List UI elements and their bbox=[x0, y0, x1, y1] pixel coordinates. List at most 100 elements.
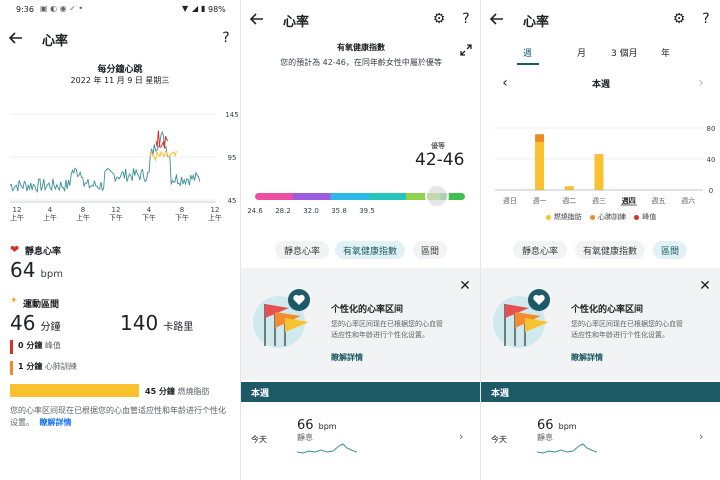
tab-month[interactable]: 月 bbox=[577, 46, 586, 59]
tab-year[interactable]: 年 bbox=[661, 46, 670, 59]
peak-dot bbox=[634, 214, 640, 220]
cardio-value: 1 分鐘 bbox=[18, 362, 43, 371]
zone-calories-unit: 卡路里 bbox=[163, 322, 194, 333]
fatburn-text: 45 分鐘 燃燒脂肪 bbox=[145, 386, 209, 397]
panel-heart-rate-day: 9:36 ▣ ◐ ◉ ✓ • ▼ ◢ ▮ 98% 心率 ? 每分鐘心跳 2022… bbox=[0, 0, 240, 480]
x-tick-label: 週四 bbox=[622, 196, 636, 205]
x-tick-period: 上午 bbox=[208, 214, 222, 222]
expand-icon bbox=[460, 44, 472, 56]
zone-icon: ✦ bbox=[10, 296, 18, 306]
expand-button[interactable] bbox=[456, 40, 476, 60]
help-button[interactable]: ? bbox=[216, 28, 236, 48]
arrow-left-icon bbox=[9, 32, 22, 44]
battery-percent: 98% bbox=[208, 5, 226, 14]
fatburn-segment bbox=[149, 150, 178, 162]
gear-icon: ⚙ bbox=[672, 11, 686, 27]
x-tick-period: 下午 bbox=[142, 214, 156, 222]
today-sparkline bbox=[297, 443, 357, 454]
cardio-row: 1 分鐘 心肺訓練 bbox=[10, 361, 77, 375]
back-button[interactable] bbox=[6, 28, 26, 48]
back-button[interactable] bbox=[247, 9, 267, 29]
x-tick-label: 4 bbox=[47, 206, 53, 214]
close-icon: ✕ bbox=[699, 278, 711, 294]
x-tick-label: 4 bbox=[146, 206, 152, 214]
heart-rate-series-line bbox=[9, 130, 201, 193]
legend-peak: 峰值 bbox=[634, 213, 656, 221]
status-icons: ▣ ◐ ◉ ✓ • bbox=[40, 4, 84, 13]
chip-resting[interactable]: 靜息心率 bbox=[513, 241, 567, 259]
close-button[interactable]: ✕ bbox=[695, 276, 715, 296]
legend-fatburn: 燃燒脂肪 bbox=[545, 213, 582, 221]
x-tick-label: 週日 bbox=[503, 196, 517, 205]
card-title: 个性化的心率区间 bbox=[331, 305, 404, 315]
x-tick-label: 週五 bbox=[651, 196, 665, 205]
flags-illustration bbox=[253, 289, 310, 348]
today-number: 66 bbox=[297, 418, 314, 433]
learn-more-link[interactable]: 瞭解詳情 bbox=[40, 418, 72, 427]
close-icon: ✕ bbox=[459, 278, 471, 294]
back-button[interactable] bbox=[487, 9, 507, 29]
card-body: 您的心率区间现在已根据您的心血管适应性和年龄进行个性化设置。 bbox=[331, 320, 443, 339]
panel-cardio-fitness: 心率 ⚙ ? 有氧健康指數 您的預計為 42-46，在同年齡女性中屬於優等 優等… bbox=[240, 0, 480, 480]
scale-tick: 35.8 bbox=[331, 207, 347, 215]
next-period-button[interactable]: › bbox=[691, 73, 711, 93]
cardio-dot bbox=[590, 214, 595, 220]
y-tick-label: 80 bbox=[707, 125, 716, 133]
today-number: 66 bbox=[537, 418, 554, 433]
chip-zones[interactable]: 區間 bbox=[653, 241, 687, 259]
bar-fatburn bbox=[594, 155, 604, 190]
resting-value: 64 bpm bbox=[10, 258, 63, 282]
fatburn-label: 燃燒脂肪 bbox=[177, 387, 210, 396]
x-tick-period: 下午 bbox=[175, 214, 189, 222]
scale-tick: 39.5 bbox=[359, 207, 375, 215]
chart-date: 2022 年 11 月 9 日 星期三 bbox=[70, 76, 170, 85]
chip-resting[interactable]: 靜息心率 bbox=[275, 241, 329, 259]
period-label: 本週 bbox=[591, 80, 610, 90]
help-button[interactable]: ? bbox=[456, 9, 476, 29]
today-row[interactable]: 今天 66 bpm 靜息 › bbox=[241, 404, 480, 470]
status-time: 9:36 bbox=[16, 5, 34, 14]
x-tick-label: 8 bbox=[80, 206, 86, 214]
tab-week-indicator bbox=[517, 63, 539, 65]
wifi-icon: ▼ bbox=[182, 4, 189, 13]
close-button[interactable]: ✕ bbox=[455, 276, 475, 296]
today-unit: bpm bbox=[318, 422, 337, 431]
help-icon: ? bbox=[462, 11, 470, 27]
chip-cardio-fitness[interactable]: 有氧健康指數 bbox=[335, 241, 405, 259]
chip-cardio-fitness[interactable]: 有氧健康指數 bbox=[575, 241, 645, 259]
fitness-title: 有氧健康指數 bbox=[337, 43, 385, 52]
y-tick-label: 45 bbox=[228, 197, 237, 205]
legend: 燃燒脂肪 心肺訓練 峰值 bbox=[481, 212, 720, 222]
x-tick-period: 上午 bbox=[43, 214, 57, 222]
scale-tick: 24.6 bbox=[247, 207, 263, 215]
page-title: 心率 bbox=[523, 15, 550, 30]
card-link[interactable]: 瞭解詳情 bbox=[571, 352, 603, 363]
bar-cardio bbox=[594, 154, 604, 156]
bar-cardio bbox=[535, 134, 545, 142]
today-row[interactable]: 今天 66 bpm 靜息 › bbox=[481, 404, 720, 470]
chip-zones[interactable]: 區間 bbox=[413, 241, 447, 259]
legend-cardio: 心肺訓練 bbox=[590, 213, 626, 221]
today-unit: bpm bbox=[558, 422, 577, 431]
help-button[interactable]: ? bbox=[696, 9, 716, 29]
tab-week[interactable]: 週 bbox=[523, 46, 532, 59]
legend-peak-label: 峰值 bbox=[642, 213, 657, 221]
signal-icon: ◢ bbox=[192, 4, 199, 13]
fatburn-dot bbox=[545, 214, 551, 220]
gear-icon: ⚙ bbox=[432, 11, 446, 27]
zone-calories: 140 卡路里 bbox=[120, 311, 193, 335]
page-title: 心率 bbox=[283, 15, 310, 30]
cardio-label: 心肺訓練 bbox=[44, 362, 77, 371]
chart-title: 每分鐘心跳 bbox=[97, 65, 143, 75]
tab-3-months[interactable]: 3 個月 bbox=[611, 46, 638, 59]
chevron-right-icon: › bbox=[459, 430, 464, 443]
status-bar: 9:36 ▣ ◐ ◉ ✓ • ▼ ◢ ▮ 98% bbox=[0, 0, 240, 20]
help-icon: ? bbox=[222, 30, 230, 46]
settings-button[interactable]: ⚙ bbox=[669, 9, 689, 29]
scale-marker bbox=[425, 184, 449, 208]
zone-minutes-number: 46 bbox=[10, 311, 36, 335]
page-title: 心率 bbox=[42, 34, 69, 49]
settings-button[interactable]: ⚙ bbox=[429, 9, 449, 29]
peak-label: 峰值 bbox=[44, 341, 61, 350]
card-link[interactable]: 瞭解詳情 bbox=[331, 352, 363, 363]
